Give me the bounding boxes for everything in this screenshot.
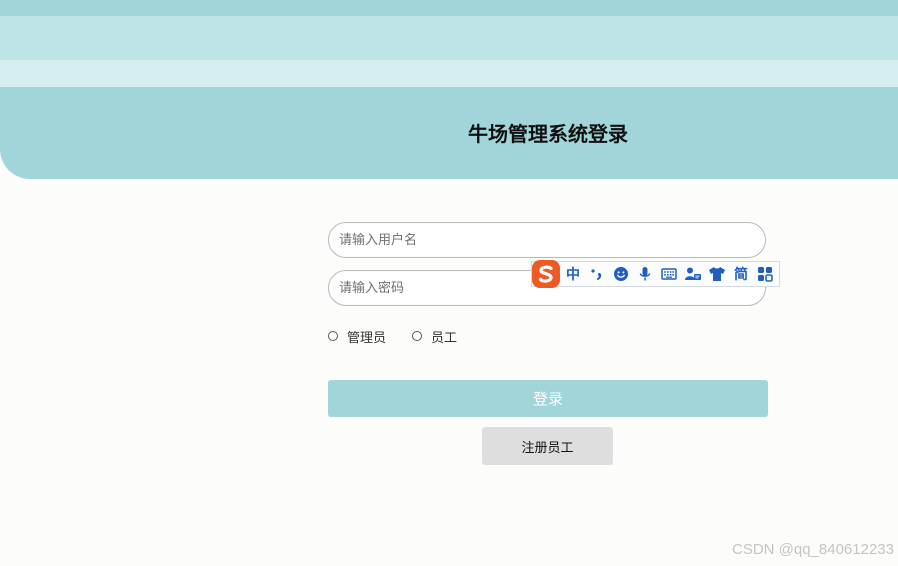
top-band-dark [0, 0, 898, 16]
role-option-admin[interactable]: 管理员 [328, 327, 386, 346]
toolbox-icon[interactable] [753, 262, 777, 286]
punctuation-icon[interactable] [585, 262, 609, 286]
top-band-lighter [0, 60, 898, 87]
tshirt-icon[interactable] [705, 262, 729, 286]
user-card-icon[interactable] [681, 262, 705, 286]
microphone-icon[interactable] [633, 262, 657, 286]
top-band-light [0, 16, 898, 60]
emoji-icon[interactable] [609, 262, 633, 286]
role-option-employee[interactable]: 员工 [412, 327, 457, 346]
csdn-watermark: CSDN @qq_840612233 [731, 541, 894, 558]
ime-toolbar: 中 简 [531, 259, 780, 289]
radio-circle-icon[interactable] [328, 331, 338, 341]
radio-circle-icon[interactable] [412, 331, 423, 341]
role-label-admin: 管理员 [347, 330, 387, 346]
login-button[interactable]: 登录 [328, 380, 768, 417]
ime-language-mode[interactable]: 中 [561, 262, 585, 286]
page-title: 牛场管理系统登录 [468, 122, 628, 146]
sogou-logo-icon[interactable] [531, 259, 561, 289]
role-label-employee: 员工 [431, 330, 458, 346]
username-input[interactable] [328, 222, 766, 258]
keyboard-icon[interactable] [657, 262, 681, 286]
role-radio-group: 管理员 员工 [328, 326, 483, 346]
ime-script-mode[interactable]: 简 [729, 262, 753, 286]
register-employee-button[interactable]: 注册员工 [482, 427, 613, 465]
